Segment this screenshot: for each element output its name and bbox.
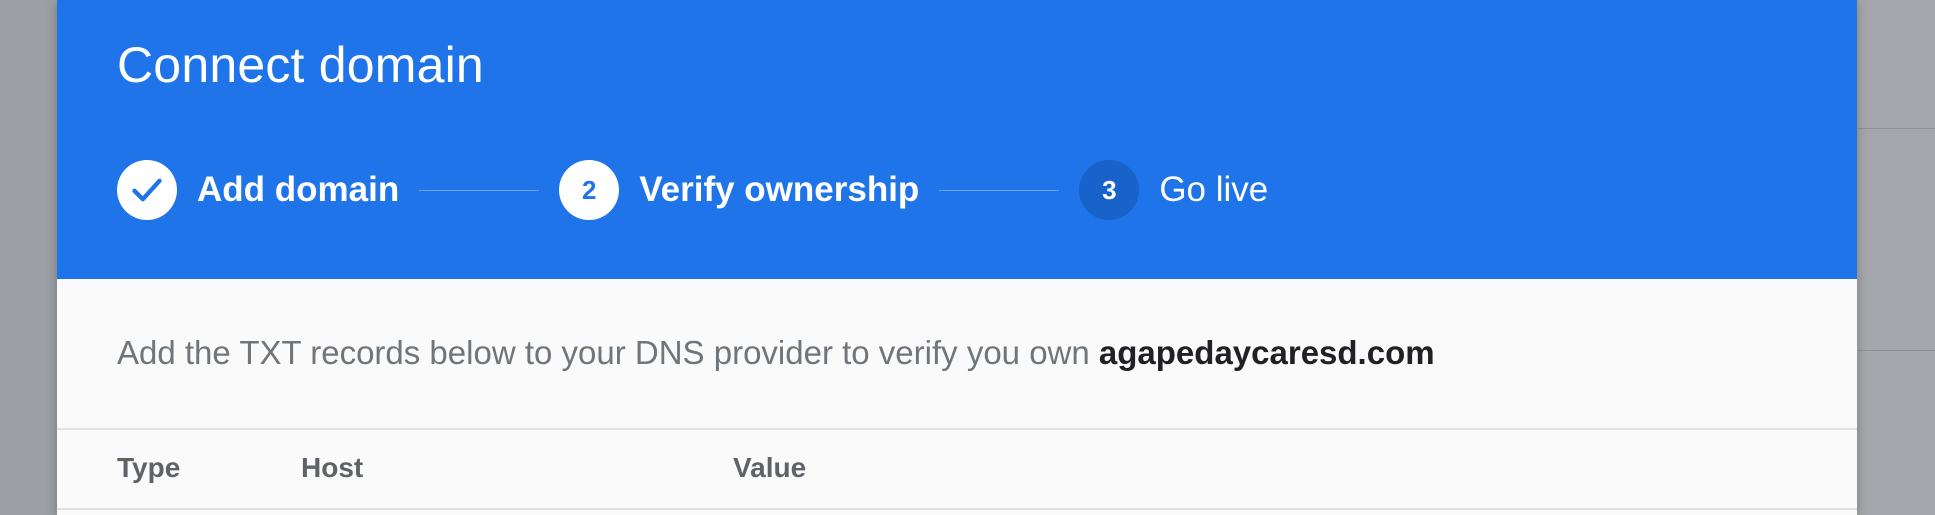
- background-divider: [1857, 128, 1935, 129]
- column-header-type: Type: [117, 452, 181, 483]
- step-verify-ownership: 2 Verify ownership: [559, 160, 919, 220]
- step-number-badge: 3: [1079, 160, 1140, 220]
- check-icon: [132, 178, 162, 202]
- step-complete-indicator: [117, 160, 177, 220]
- column-header-value: Value: [733, 452, 807, 483]
- connect-domain-dialog: Connect domain Add domain 2 Verify owner…: [57, 0, 1857, 515]
- step-label-verify-ownership: Verify ownership: [639, 170, 920, 209]
- step-label-go-live: Go live: [1159, 170, 1269, 209]
- step-number-badge: 2: [559, 160, 620, 220]
- background-divider: [1857, 350, 1935, 351]
- step-connector: [419, 189, 540, 191]
- step-go-live: 3 Go live: [1079, 160, 1268, 220]
- instruction-text: Add the TXT records below to your DNS pr…: [117, 328, 1435, 378]
- step-label-add-domain: Add domain: [197, 170, 400, 209]
- records-table-header: Type Host Value: [57, 430, 1857, 510]
- instruction-body: Add the TXT records below to your DNS pr…: [117, 334, 1099, 371]
- step-connector: [939, 189, 1060, 191]
- dialog-title: Connect domain: [117, 37, 484, 93]
- dialog-header: Connect domain Add domain 2 Verify owner…: [57, 0, 1857, 279]
- stepper: Add domain 2 Verify ownership 3 Go live: [117, 160, 1268, 220]
- column-header-host: Host: [301, 452, 364, 483]
- table-header-divider: [57, 508, 1857, 510]
- step-add-domain: Add domain: [117, 160, 399, 220]
- domain-name: agapedaycaresd.com: [1098, 334, 1435, 371]
